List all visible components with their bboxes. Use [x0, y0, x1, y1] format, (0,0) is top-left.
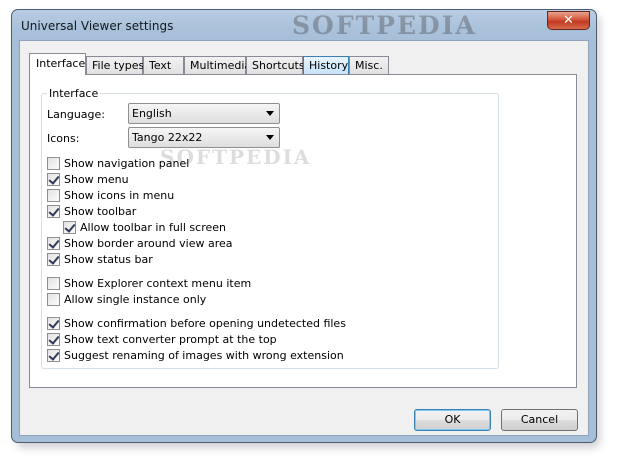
option-label: Show navigation panel: [64, 156, 190, 170]
option-label: Show icons in menu: [64, 188, 175, 202]
option-confirm-undetected-files[interactable]: Show confirmation before opening undetec…: [47, 316, 346, 330]
option-show-navigation-panel[interactable]: Show navigation panel: [47, 156, 189, 170]
ok-button[interactable]: OK: [414, 409, 491, 431]
option-label: Suggest renaming of images with wrong ex…: [64, 348, 344, 362]
option-text-converter-prompt[interactable]: Show text converter prompt at the top: [47, 332, 277, 346]
tab-multimedia[interactable]: Multimedia: [184, 56, 251, 74]
language-select[interactable]: English: [128, 103, 280, 124]
option-label: Show Explorer context menu item: [64, 276, 252, 290]
chevron-down-icon: [266, 111, 274, 116]
checkbox[interactable]: [47, 348, 60, 362]
tab-label: File types: [92, 59, 145, 72]
checkbox[interactable]: [47, 252, 60, 266]
option-show-border[interactable]: Show border around view area: [47, 236, 233, 250]
checkbox[interactable]: [63, 220, 76, 234]
interface-tab-panel: Interface Language: English Icons: Tango…: [29, 74, 577, 388]
option-label: Show status bar: [64, 252, 153, 266]
tab-shortcuts[interactable]: Shortcuts: [246, 56, 305, 74]
softpedia-watermark: SOFTPEDIA: [292, 11, 477, 40]
option-label: Show menu: [64, 172, 129, 186]
title-bar[interactable]: Universal Viewer settings SOFTPEDIA ✕: [12, 10, 596, 40]
tab-label: History: [309, 59, 349, 72]
tab-label: Shortcuts: [252, 59, 305, 72]
window-title: Universal Viewer settings: [21, 19, 174, 33]
option-suggest-renaming-images[interactable]: Suggest renaming of images with wrong ex…: [47, 348, 344, 362]
tab-file-types[interactable]: File types: [86, 56, 145, 74]
tab-misc[interactable]: Misc.: [349, 56, 389, 74]
close-button[interactable]: ✕: [547, 11, 590, 30]
checkbox[interactable]: [47, 236, 60, 250]
checkbox[interactable]: [47, 332, 60, 346]
cancel-button[interactable]: Cancel: [501, 409, 578, 431]
option-label: Show confirmation before opening undetec…: [64, 316, 346, 330]
checkbox[interactable]: [47, 188, 60, 202]
chevron-down-icon: [266, 135, 274, 140]
checkbox[interactable]: [47, 172, 60, 186]
settings-window: Universal Viewer settings SOFTPEDIA ✕ In…: [11, 9, 597, 443]
groupbox-title: Interface: [47, 87, 101, 100]
tab-history[interactable]: History: [303, 56, 349, 74]
option-label: Show text converter prompt at the top: [64, 332, 277, 346]
option-label: Show border around view area: [64, 236, 233, 250]
option-explorer-context-menu[interactable]: Show Explorer context menu item: [47, 276, 251, 290]
option-label: Show toolbar: [64, 204, 137, 218]
checkbox[interactable]: [47, 156, 60, 170]
icons-value: Tango 22x22: [132, 131, 203, 144]
option-label: Allow single instance only: [64, 292, 207, 306]
option-single-instance[interactable]: Allow single instance only: [47, 292, 206, 306]
checkbox[interactable]: [47, 292, 60, 306]
option-allow-toolbar-full-screen[interactable]: Allow toolbar in full screen: [63, 220, 226, 234]
option-show-toolbar[interactable]: Show toolbar: [47, 204, 136, 218]
option-show-menu[interactable]: Show menu: [47, 172, 129, 186]
option-show-status-bar[interactable]: Show status bar: [47, 252, 153, 266]
option-label: Allow toolbar in full screen: [80, 220, 226, 234]
tab-text[interactable]: Text: [143, 56, 184, 74]
icons-label: Icons:: [47, 132, 80, 145]
tab-interface[interactable]: Interface: [29, 53, 86, 75]
tab-label: Misc.: [355, 59, 383, 72]
option-show-icons-in-menu[interactable]: Show icons in menu: [47, 188, 174, 202]
dialog-client-area: Interface File types Text Multimedia Sho…: [19, 40, 589, 436]
language-label: Language:: [47, 108, 105, 121]
checkbox[interactable]: [47, 276, 60, 290]
checkbox[interactable]: [47, 316, 60, 330]
tab-label: Interface: [36, 57, 86, 70]
language-value: English: [132, 107, 172, 120]
close-icon: ✕: [563, 13, 574, 28]
tab-label: Text: [149, 59, 172, 72]
checkbox[interactable]: [47, 204, 60, 218]
tab-label: Multimedia: [190, 59, 252, 72]
